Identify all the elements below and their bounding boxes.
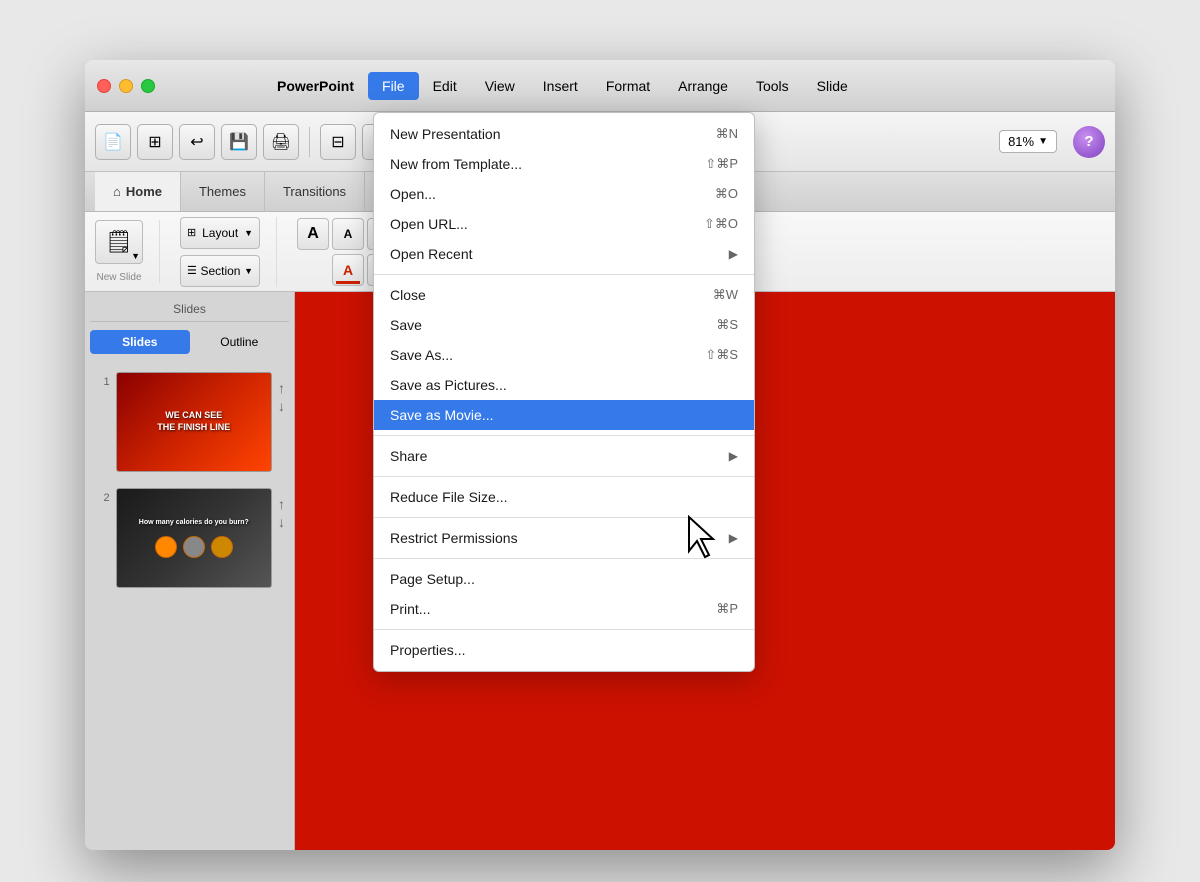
menu-item-open-url-shortcut: ⇧⌘O xyxy=(704,216,738,232)
menu-item-restrict-permissions[interactable]: Restrict Permissions ▶ xyxy=(374,523,754,553)
menu-item-save-as-pictures-label: Save as Pictures... xyxy=(390,377,507,393)
restrict-permissions-submenu-icon: ▶ xyxy=(729,531,738,545)
menu-item-new-presentation-shortcut: ⌘N xyxy=(716,126,738,142)
menu-item-open-recent[interactable]: Open Recent ▶ xyxy=(374,239,754,269)
menu-item-save-shortcut: ⌘S xyxy=(716,317,738,333)
menu-item-save-as-movie[interactable]: Save as Movie... xyxy=(374,400,754,430)
menu-item-save-as-shortcut: ⇧⌘S xyxy=(705,347,738,363)
menu-item-share[interactable]: Share ▶ xyxy=(374,441,754,471)
menu-item-open-url-label: Open URL... xyxy=(390,216,468,232)
menu-item-save-as-movie-label: Save as Movie... xyxy=(390,407,494,423)
menu-item-close-shortcut: ⌘W xyxy=(713,287,738,303)
menu-item-print-label: Print... xyxy=(390,601,430,617)
menu-item-share-label: Share xyxy=(390,448,427,464)
divider-4 xyxy=(374,517,754,518)
menu-item-properties[interactable]: Properties... xyxy=(374,635,754,665)
menu-item-save-label: Save xyxy=(390,317,422,333)
menu-item-open[interactable]: Open... ⌘O xyxy=(374,179,754,209)
menu-item-reduce-file-size-label: Reduce File Size... xyxy=(390,489,508,505)
menu-item-new-from-template[interactable]: New from Template... ⇧⌘P xyxy=(374,149,754,179)
menu-item-open-recent-label: Open Recent xyxy=(390,246,473,262)
share-submenu-icon: ▶ xyxy=(729,449,738,463)
menu-item-save-as[interactable]: Save As... ⇧⌘S xyxy=(374,340,754,370)
divider-2 xyxy=(374,435,754,436)
open-recent-submenu-icon: ▶ xyxy=(729,247,738,261)
menu-item-close-label: Close xyxy=(390,287,426,303)
menu-item-restrict-permissions-label: Restrict Permissions xyxy=(390,530,518,546)
divider-6 xyxy=(374,629,754,630)
menu-item-open-shortcut: ⌘O xyxy=(715,186,738,202)
menu-item-new-from-template-shortcut: ⇧⌘P xyxy=(705,156,738,172)
menu-item-print[interactable]: Print... ⌘P xyxy=(374,594,754,624)
app-window: PowerPoint File Edit View Insert Format … xyxy=(85,60,1115,850)
menu-item-new-presentation[interactable]: New Presentation ⌘N xyxy=(374,119,754,149)
menu-item-reduce-file-size[interactable]: Reduce File Size... xyxy=(374,482,754,512)
menu-item-open-url[interactable]: Open URL... ⇧⌘O xyxy=(374,209,754,239)
divider-5 xyxy=(374,558,754,559)
menu-item-page-setup-label: Page Setup... xyxy=(390,571,475,587)
menu-item-open-label: Open... xyxy=(390,186,436,202)
menu-item-save[interactable]: Save ⌘S xyxy=(374,310,754,340)
file-dropdown-menu: New Presentation ⌘N New from Template...… xyxy=(373,112,755,672)
menu-item-save-as-pictures[interactable]: Save as Pictures... xyxy=(374,370,754,400)
divider-1 xyxy=(374,274,754,275)
menu-item-new-from-template-label: New from Template... xyxy=(390,156,522,172)
menu-item-new-presentation-label: New Presentation xyxy=(390,126,501,142)
dropdown-overlay: New Presentation ⌘N New from Template...… xyxy=(85,60,1115,850)
menu-item-save-as-label: Save As... xyxy=(390,347,453,363)
menu-item-print-shortcut: ⌘P xyxy=(716,601,738,617)
menu-item-page-setup[interactable]: Page Setup... xyxy=(374,564,754,594)
menu-item-properties-label: Properties... xyxy=(390,642,465,658)
divider-3 xyxy=(374,476,754,477)
menu-item-close[interactable]: Close ⌘W xyxy=(374,280,754,310)
